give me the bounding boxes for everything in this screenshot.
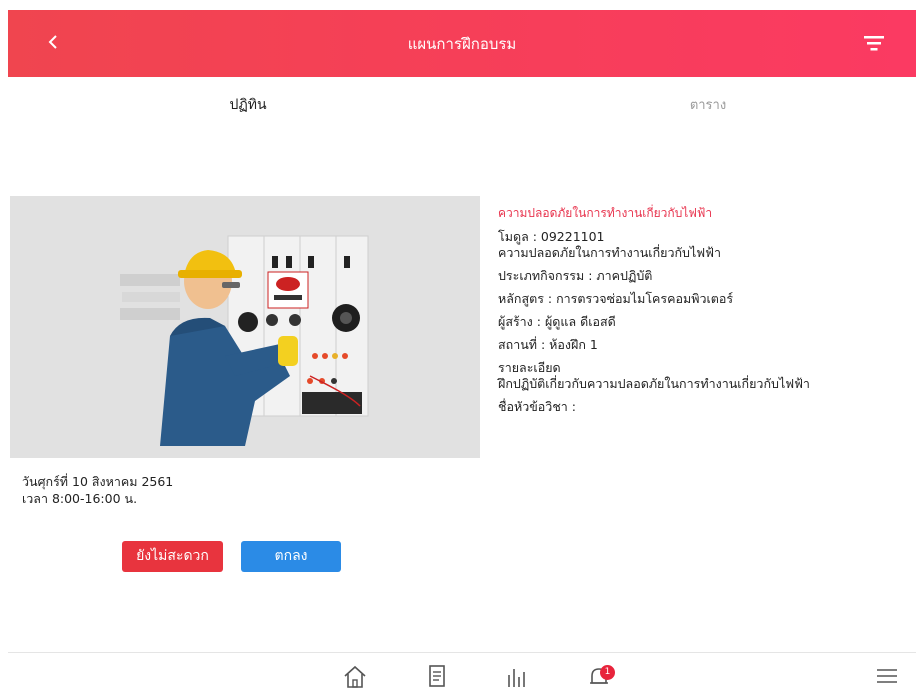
filter-icon[interactable] [862,32,886,54]
app-header: แผนการฝึกอบรม [8,10,916,77]
module-name: ความปลอดภัยในการทำงานเกี่ยวกับไฟฟ้า [498,245,721,260]
schedule-info: วันศุกร์ที่ 10 สิงหาคม 2561 เวลา 8:00-16… [22,473,173,507]
decline-button[interactable]: ยังไม่สะดวก [122,541,223,572]
course-title: ความปลอดภัยในการทำงานเกี่ยวกับไฟฟ้า [498,206,713,220]
home-icon[interactable] [342,663,368,689]
notifications-button[interactable]: 1 [586,663,615,689]
location: สถานที่ : ห้องฝึก 1 [498,337,598,352]
activity-type: ประเภทกิจกรรม : ภาคปฏิบัติ [498,268,653,283]
details-text: ฝึกปฏิบัติเกี่ยวกับความปลอดภัยในการทำงาน… [498,376,810,391]
curriculum: หลักสูตร : การตรวจซ่อมไมโครคอมพิวเตอร์ [498,291,734,306]
accept-button[interactable]: ตกลง [241,541,341,572]
topic-label: ชื่อหัวข้อวิชา : [498,399,577,414]
tab-table[interactable]: ตาราง [608,94,808,115]
course-info: ความปลอดภัยในการทำงานเกี่ยวกับไฟฟ้า โมดู… [498,204,908,422]
view-tabs: ปฏิทิน ตาราง [8,88,916,118]
creator: ผู้สร้าง : ผู้ดูแล ดีเอสดี [498,314,616,329]
schedule-time: เวลา 8:00-16:00 น. [22,491,138,506]
notification-badge: 1 [600,665,615,680]
course-illustration [10,196,480,458]
document-icon[interactable] [424,663,450,689]
schedule-date: วันศุกร์ที่ 10 สิงหาคม 2561 [22,474,174,489]
bar-chart-icon[interactable] [503,663,529,689]
electrician-illustration [10,196,480,458]
module-code: โมดูล : 09221101 [498,229,605,244]
menu-icon[interactable] [874,663,900,689]
bottom-nav: 1 [8,652,916,689]
details-label: รายละเอียด [498,360,561,375]
tab-calendar[interactable]: ปฏิทิน [148,94,348,116]
page-title: แผนการฝึกอบรม [407,35,517,53]
